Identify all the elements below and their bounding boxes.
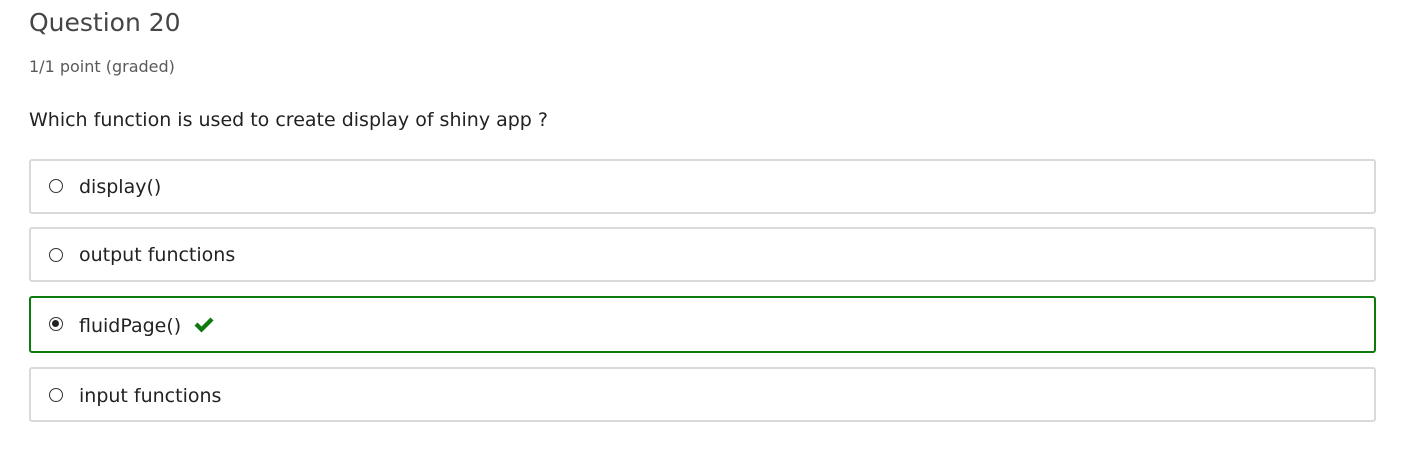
- choice-label-3: fluidPage(): [79, 315, 182, 337]
- choice-label-3-wrap: fluidPage(): [79, 313, 215, 339]
- choice-label-4: input functions: [79, 385, 222, 407]
- choice-option-1[interactable]: display(): [29, 159, 1376, 214]
- radio-button-1[interactable]: [49, 179, 63, 193]
- question-prompt: Which function is used to create display…: [29, 109, 548, 131]
- choice-label-2: output functions: [79, 244, 236, 266]
- question-title: Question 20: [29, 8, 181, 37]
- radio-button-2[interactable]: [49, 248, 63, 262]
- points-status: 1/1 point (graded): [29, 57, 175, 76]
- choice-option-2[interactable]: output functions: [29, 227, 1376, 282]
- choice-option-4[interactable]: input functions: [29, 367, 1376, 422]
- problem-container: Question 20 1/1 point (graded) Which fun…: [0, 0, 1401, 462]
- radio-button-4[interactable]: [49, 388, 63, 402]
- checkmark-icon: [194, 317, 214, 332]
- radio-button-3[interactable]: [49, 317, 63, 331]
- choice-option-3[interactable]: fluidPage(): [29, 296, 1376, 353]
- choice-label-1: display(): [79, 176, 162, 198]
